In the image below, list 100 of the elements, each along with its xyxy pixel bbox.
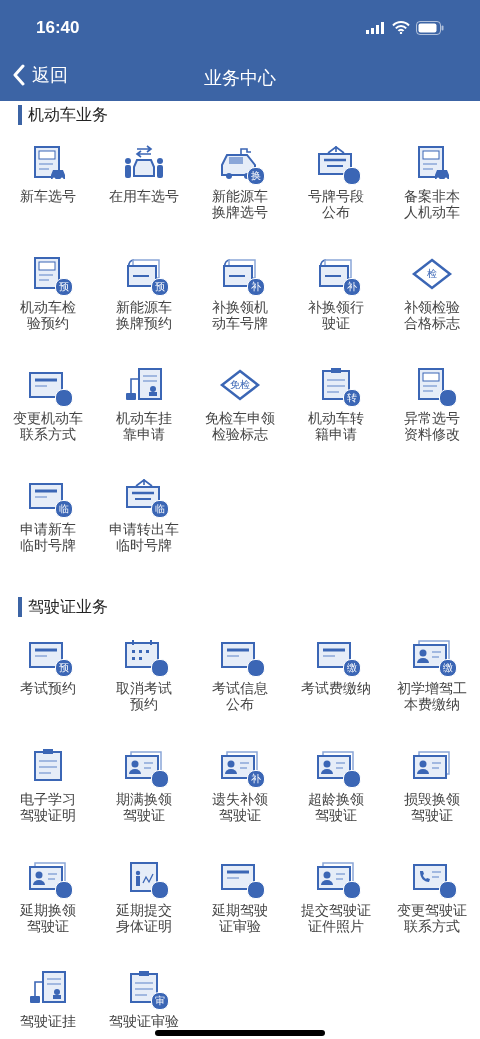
service-item[interactable]: 临 申请转出车 临时号牌: [96, 478, 192, 589]
service-item[interactable]: 变更机动车 联系方式: [0, 367, 96, 478]
service-label: 遗失补领: [212, 791, 268, 807]
icon-badge: 缴: [343, 659, 361, 677]
service-label: 换牌预约: [116, 315, 172, 331]
icon-badge: 补: [343, 278, 361, 296]
service-label: 在用车选号: [109, 188, 179, 204]
service-label: 机动车挂: [116, 410, 172, 426]
service-label: 预约: [130, 696, 158, 712]
service-label: 公布: [322, 204, 350, 220]
service-label: 考试费缴纳: [301, 680, 371, 696]
service-label: 机动车检: [20, 299, 76, 315]
service-item[interactable]: 预 机动车检 验预约: [0, 256, 96, 367]
service-label: 考试预约: [20, 680, 76, 696]
service-label: 新车选号: [20, 188, 76, 204]
service-item[interactable]: 临 申请新车 临时号牌: [0, 478, 96, 589]
service-label: 免检车申领: [205, 410, 275, 426]
battery-icon: [416, 20, 444, 35]
sign-label: 免检: [230, 378, 250, 392]
service-item[interactable]: 检 补领检验 合格标志: [384, 256, 480, 367]
status-time: 16:40: [36, 17, 80, 38]
service-item[interactable]: 预 新能源车 换牌预约: [96, 256, 192, 367]
service-item[interactable]: 异常选号 资料修改: [384, 367, 480, 478]
service-label: 驾驶证: [219, 807, 261, 823]
service-item[interactable]: 变更驾驶证 联系方式: [384, 859, 480, 970]
service-label: 申请新车: [20, 521, 76, 537]
back-icon: [12, 64, 26, 86]
service-label: 初学增驾工: [397, 680, 467, 696]
service-label: 机动车转: [308, 410, 364, 426]
service-label: 驾驶证审验: [109, 1013, 179, 1029]
icon-badge: 补: [247, 278, 265, 296]
service-item[interactable]: 补 补换领行 驶证: [288, 256, 384, 367]
back-button[interactable]: 返回: [12, 63, 68, 87]
service-item[interactable]: 延期提交 身体证明: [96, 859, 192, 970]
diamond-icon: [219, 367, 261, 403]
service-item[interactable]: 缴 初学增驾工 本费缴纳: [384, 637, 480, 748]
service-label: 换牌选号: [212, 204, 268, 220]
sign-label: 检: [427, 267, 437, 281]
service-label: 身体证明: [116, 918, 172, 934]
service-label: 变更机动车: [13, 410, 83, 426]
service-label: 靠申请: [123, 426, 165, 442]
document-link-icon: [27, 970, 69, 1006]
service-item[interactable]: 补 补换领机 动车号牌: [192, 256, 288, 367]
people-car-icon: [123, 145, 165, 181]
service-label: 联系方式: [20, 426, 76, 442]
service-label: 人机动车: [404, 204, 460, 220]
diamond-icon: [411, 256, 453, 292]
service-item[interactable]: 电子学习 驾驶证明: [0, 748, 96, 859]
wifi-icon: [392, 21, 410, 34]
service-label: 考试信息: [212, 680, 268, 696]
back-label: 返回: [32, 63, 68, 87]
service-item[interactable]: 换 新能源车 换牌选号: [192, 145, 288, 256]
signal-icon: [366, 21, 386, 34]
service-item[interactable]: 在用车选号: [96, 145, 192, 256]
service-label: 号牌号段: [308, 188, 364, 204]
service-label: 联系方式: [404, 918, 460, 934]
service-label: 延期驾驶: [212, 902, 268, 918]
service-item[interactable]: 延期换领 驾驶证: [0, 859, 96, 970]
service-item[interactable]: 新车选号: [0, 145, 96, 256]
service-item[interactable]: 审 驾驶证审验: [96, 970, 192, 1039]
service-item[interactable]: 超龄换领 驾驶证: [288, 748, 384, 859]
service-label: 延期提交: [116, 902, 172, 918]
icon-badge: 预: [55, 278, 73, 296]
service-label: 申请转出车: [109, 521, 179, 537]
service-label: 取消考试: [116, 680, 172, 696]
service-label: 临时号牌: [20, 537, 76, 553]
service-label: 公布: [226, 696, 254, 712]
service-label: 补领检验: [404, 299, 460, 315]
service-item[interactable]: 号牌号段 公布: [288, 145, 384, 256]
service-item[interactable]: 延期驾驶 证审验: [192, 859, 288, 970]
service-item[interactable]: 驾驶证挂: [0, 970, 96, 1039]
service-label: 驾驶证: [315, 807, 357, 823]
icon-badge: 转: [343, 389, 361, 407]
service-item[interactable]: 备案非本 人机动车: [384, 145, 480, 256]
service-label: 验预约: [27, 315, 69, 331]
service-item[interactable]: 预 考试预约: [0, 637, 96, 748]
service-item[interactable]: 取消考试 预约: [96, 637, 192, 748]
section-title: 驾驶证业务: [18, 597, 480, 617]
service-label: 合格标志: [404, 315, 460, 331]
service-item[interactable]: 缴 考试费缴纳: [288, 637, 384, 748]
icon-badge: 缴: [439, 659, 457, 677]
service-label: 检验标志: [212, 426, 268, 442]
page-title: 业务中心: [204, 66, 276, 90]
service-item[interactable]: 考试信息 公布: [192, 637, 288, 748]
service-label: 异常选号: [404, 410, 460, 426]
service-item[interactable]: 损毁换领 驾驶证: [384, 748, 480, 859]
service-label: 补换领机: [212, 299, 268, 315]
service-item[interactable]: 转 机动车转 籍申请: [288, 367, 384, 478]
service-item[interactable]: 免检 免检车申领 检验标志: [192, 367, 288, 478]
service-label: 损毁换领: [404, 791, 460, 807]
service-item[interactable]: 机动车挂 靠申请: [96, 367, 192, 478]
service-label: 证审验: [219, 918, 261, 934]
service-label: 籍申请: [315, 426, 357, 442]
service-label: 新能源车: [116, 299, 172, 315]
service-label: 提交驾驶证: [301, 902, 371, 918]
section-title: 机动车业务: [18, 105, 480, 125]
service-item[interactable]: 提交驾驶证 证件照片: [288, 859, 384, 970]
service-item[interactable]: 补 遗失补领 驾驶证: [192, 748, 288, 859]
icon-badge: 预: [55, 659, 73, 677]
service-item[interactable]: 期满换领 驾驶证: [96, 748, 192, 859]
